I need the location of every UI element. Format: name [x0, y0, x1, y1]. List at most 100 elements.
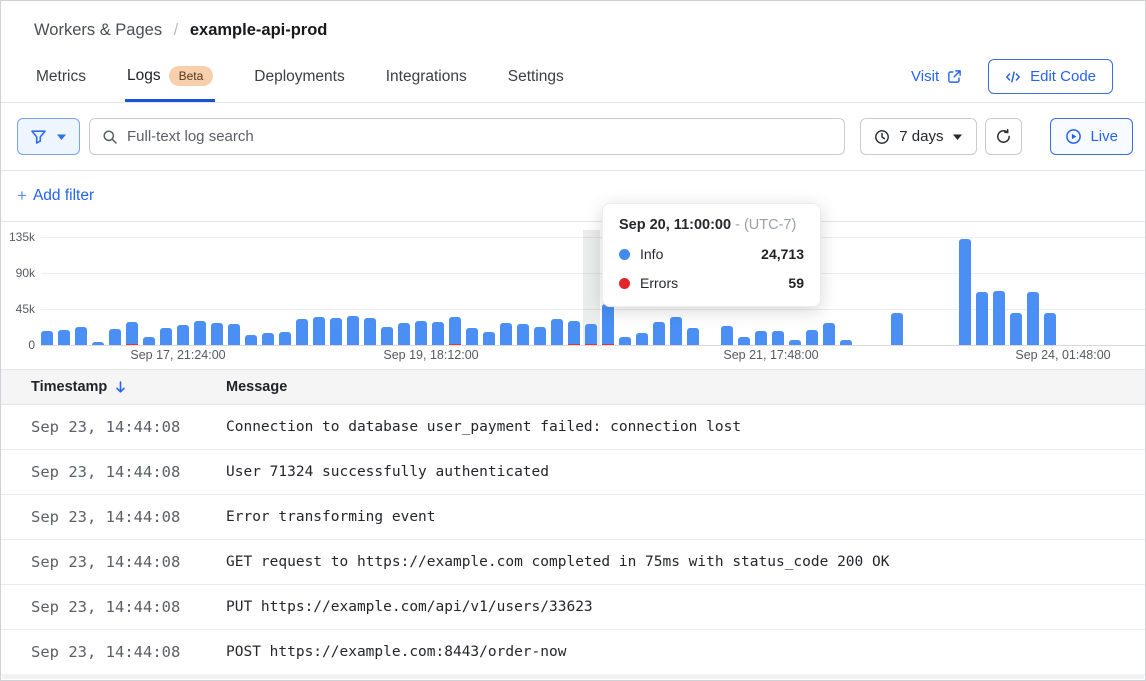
bar-info-segment	[1010, 313, 1022, 345]
chart-bar[interactable]	[534, 233, 546, 345]
chart-bar[interactable]	[75, 233, 87, 345]
chart-bar[interactable]	[398, 233, 410, 345]
add-filter-label: Add filter	[33, 187, 94, 205]
chart-bar[interactable]	[585, 233, 597, 345]
chart-bar[interactable]	[143, 233, 155, 345]
chart-tooltip: Sep 20, 11:00:00 - (UTC-7) Info 24,713 E…	[602, 203, 821, 307]
play-circle-icon	[1065, 128, 1082, 145]
chart-bar[interactable]	[109, 233, 121, 345]
bar-info-segment	[568, 321, 580, 344]
tab-deployments[interactable]: Deployments	[252, 68, 346, 102]
tab-metrics[interactable]: Metrics	[34, 68, 88, 102]
tab-settings[interactable]: Settings	[506, 68, 566, 102]
chart-bar[interactable]	[364, 233, 376, 345]
chart-bar[interactable]	[160, 233, 172, 345]
chart-bar[interactable]	[993, 233, 1005, 345]
chart-bar[interactable]	[840, 233, 852, 345]
chart-bar[interactable]	[347, 233, 359, 345]
log-row[interactable]: Sep 23, 14:44:08 User 71324 successfully…	[1, 450, 1145, 495]
chart-bar[interactable]	[279, 233, 291, 345]
search-input[interactable]	[127, 128, 832, 145]
edit-code-button[interactable]: Edit Code	[988, 59, 1113, 94]
chart-bar[interactable]	[925, 233, 937, 345]
log-row[interactable]: Sep 23, 14:44:08 POST https://example.co…	[1, 630, 1145, 675]
chart-bar[interactable]	[449, 233, 461, 345]
tab-label: Settings	[508, 68, 564, 86]
sort-descending-icon[interactable]	[114, 380, 127, 394]
chart-bar[interactable]	[874, 233, 886, 345]
bar-info-segment	[653, 322, 665, 345]
refresh-button[interactable]	[985, 118, 1022, 155]
chart-bar[interactable]	[857, 233, 869, 345]
chart-bar[interactable]	[891, 233, 903, 345]
chart-bar[interactable]	[976, 233, 988, 345]
chart-bar[interactable]	[92, 233, 104, 345]
time-range-button[interactable]: 7 days	[860, 118, 977, 155]
chart-bar[interactable]	[330, 233, 342, 345]
chart-bar[interactable]	[58, 233, 70, 345]
chart-bar[interactable]	[466, 233, 478, 345]
tab-label: Metrics	[36, 68, 86, 86]
bar-info-segment	[347, 316, 359, 345]
chart-bar[interactable]	[126, 233, 138, 345]
bar-info-segment	[228, 324, 240, 345]
filter-dropdown-button[interactable]	[17, 118, 80, 155]
chart-bar[interactable]	[1027, 233, 1039, 345]
tooltip-info-label: Info	[640, 246, 663, 262]
add-filter-button[interactable]: + Add filter	[17, 186, 94, 206]
chart-bar[interactable]	[211, 233, 223, 345]
chart-bar[interactable]	[228, 233, 240, 345]
bar-info-segment	[211, 323, 223, 345]
chart-bar[interactable]	[500, 233, 512, 345]
chart-bar[interactable]	[177, 233, 189, 345]
chart-bar[interactable]	[551, 233, 563, 345]
log-row[interactable]: Sep 23, 14:44:08 PUT https://example.com…	[1, 585, 1145, 630]
timestamp-column-header[interactable]: Timestamp	[31, 379, 226, 395]
chart-bar[interactable]	[959, 233, 971, 345]
chart-bar[interactable]	[908, 233, 920, 345]
log-row[interactable]: Sep 23, 14:44:08 GET request to https://…	[1, 540, 1145, 585]
bar-info-segment	[738, 337, 750, 345]
tab-logs[interactable]: Logs Beta	[125, 66, 215, 102]
chart-plot	[41, 233, 1061, 345]
chart-bar[interactable]	[296, 233, 308, 345]
chart-bar[interactable]	[483, 233, 495, 345]
chart-bar[interactable]	[568, 233, 580, 345]
chart-bar[interactable]	[194, 233, 206, 345]
tab-integrations[interactable]: Integrations	[384, 68, 469, 102]
log-table-body: Sep 23, 14:44:08 Connection to database …	[1, 405, 1145, 675]
bar-info-segment	[670, 317, 682, 345]
chart-bar[interactable]	[1044, 233, 1056, 345]
log-message: User 71324 successfully authenticated	[226, 464, 1145, 480]
bottom-scroll-strip	[2, 674, 1144, 679]
chart-bars[interactable]	[41, 233, 1061, 345]
log-row[interactable]: Sep 23, 14:44:08 Error transforming even…	[1, 495, 1145, 540]
y-tick-label: 45k	[1, 302, 35, 316]
chart-bar[interactable]	[41, 233, 53, 345]
chart-bar[interactable]	[381, 233, 393, 345]
log-message: POST https://example.com:8443/order-now	[226, 644, 1145, 660]
visit-link[interactable]: Visit	[911, 68, 962, 85]
x-tick-label: Sep 24, 01:48:00	[1015, 348, 1110, 362]
bar-info-segment	[330, 318, 342, 345]
live-button[interactable]: Live	[1050, 118, 1133, 155]
x-tick-label: Sep 17, 21:24:00	[130, 348, 225, 362]
breadcrumb-section[interactable]: Workers & Pages	[34, 21, 162, 39]
chart-bar[interactable]	[432, 233, 444, 345]
bar-info-segment	[789, 340, 801, 345]
chart-bar[interactable]	[823, 233, 835, 345]
bar-info-segment	[279, 332, 291, 345]
chart-bar[interactable]	[517, 233, 529, 345]
bar-info-segment	[432, 322, 444, 345]
log-row[interactable]: Sep 23, 14:44:08 Connection to database …	[1, 405, 1145, 450]
chart-bar[interactable]	[245, 233, 257, 345]
log-table: Timestamp Message Sep 23, 14:44:08 Conne…	[1, 369, 1145, 675]
chart-bar[interactable]	[415, 233, 427, 345]
bar-info-segment	[126, 322, 138, 344]
chart-bar[interactable]	[262, 233, 274, 345]
bar-info-segment	[483, 332, 495, 345]
log-timestamp: Sep 23, 14:44:08	[31, 643, 180, 661]
chart-bar[interactable]	[313, 233, 325, 345]
chart-bar[interactable]	[1010, 233, 1022, 345]
chart-bar[interactable]	[942, 233, 954, 345]
